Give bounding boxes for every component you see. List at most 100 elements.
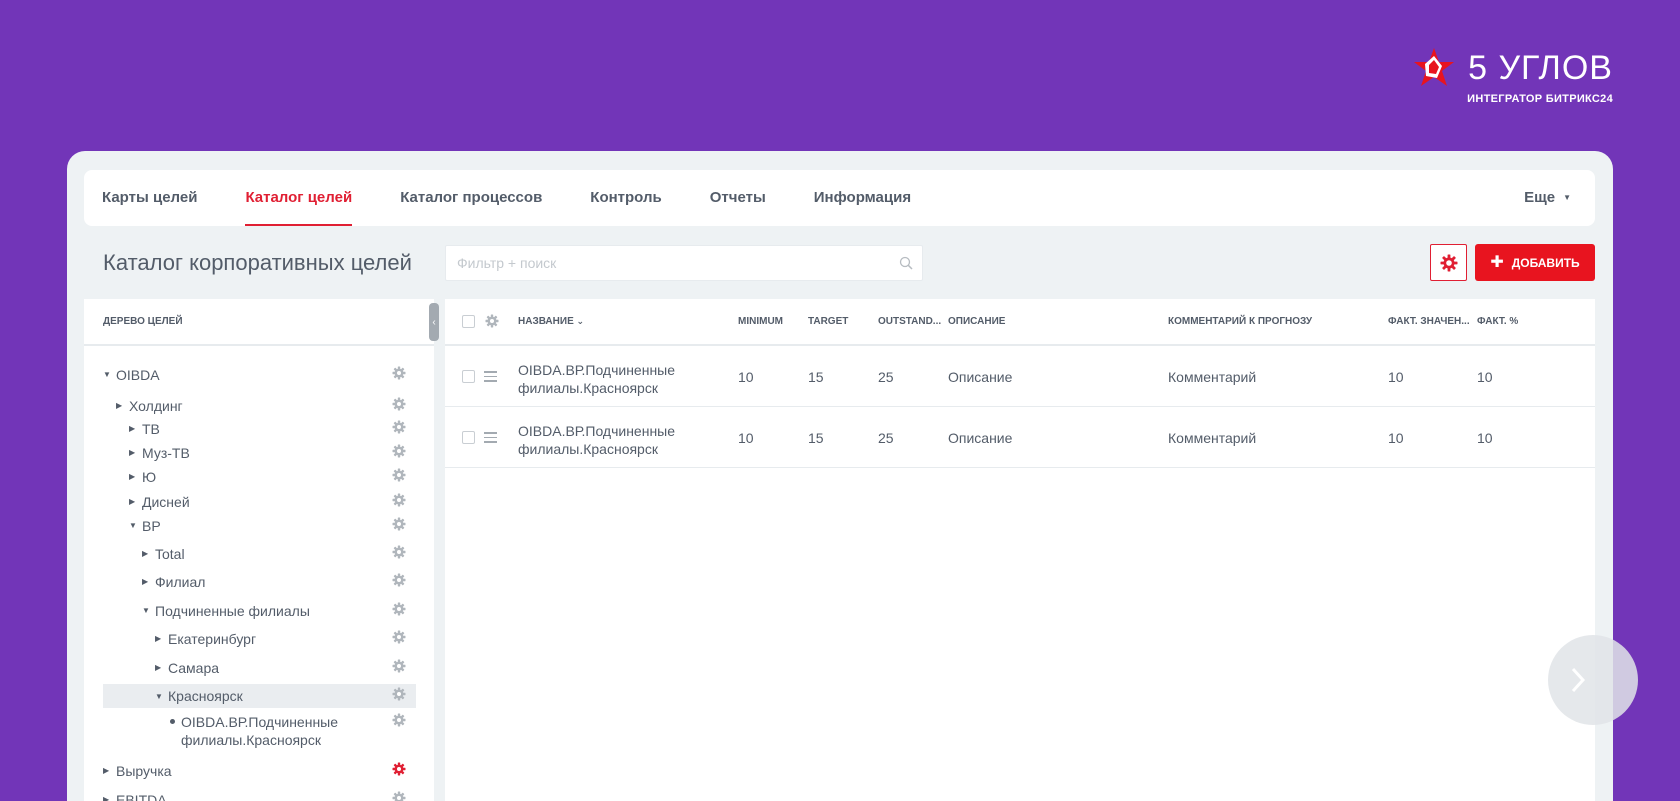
cell-fact-percent: 10 (1477, 369, 1493, 385)
tree-item[interactable]: ▶ Ю (103, 468, 416, 488)
tree-item-selected[interactable]: ▼ Красноярск (103, 684, 416, 708)
filter-search-input[interactable] (457, 255, 887, 271)
gear-icon[interactable] (392, 762, 406, 779)
caret-down-icon[interactable]: ▼ (103, 370, 111, 379)
tree-item[interactable]: ▶ Total (103, 545, 416, 565)
caret-right-icon[interactable]: ▶ (155, 634, 161, 643)
brand-name: 5 УГЛОВ (1468, 48, 1613, 87)
gear-icon[interactable] (392, 517, 406, 534)
tree-item[interactable]: ▶ Филиал (103, 573, 416, 593)
goals-table: НАЗВАНИЕ ⌄ MINIMUM TARGET OUTSTAND... ОП… (445, 299, 1595, 801)
gear-icon (1440, 254, 1457, 271)
gear-icon[interactable] (392, 493, 406, 510)
next-slide-button[interactable] (1548, 635, 1638, 725)
tree-item[interactable]: ▶ Выручка (103, 762, 416, 782)
caret-down-icon[interactable]: ▼ (129, 521, 137, 530)
caret-right-icon[interactable]: ▶ (142, 549, 148, 558)
tree-item-label: ТВ (142, 421, 160, 437)
gear-icon[interactable] (392, 602, 406, 619)
gear-icon[interactable] (392, 713, 406, 730)
tree-item-label: Выручка (116, 763, 172, 779)
tree-item[interactable]: ▶ Дисней (103, 493, 416, 513)
search-icon[interactable] (899, 256, 913, 270)
column-header-comment[interactable]: КОММЕНТАРИЙ К ПРОГНОЗУ (1168, 316, 1312, 327)
tree-item-label: Ю (142, 469, 157, 485)
tree-item[interactable]: ▶ ТВ (103, 420, 416, 440)
tree-item-label: Муз-ТВ (142, 445, 190, 461)
tree-item[interactable]: ▼ OIBDA (103, 366, 416, 386)
chevron-right-icon (1571, 667, 1586, 693)
gear-icon[interactable] (392, 630, 406, 647)
collapse-tree-button[interactable]: ‹ (429, 303, 439, 341)
tree-item-label-line2: филиалы.Красноярск (181, 732, 321, 748)
column-header-outstanding[interactable]: OUTSTAND... (878, 316, 941, 327)
column-header-fact-value[interactable]: ФАКТ. ЗНАЧЕН... (1388, 316, 1470, 327)
tree-item[interactable]: ▼ ВР (103, 517, 416, 537)
select-all-checkbox[interactable] (462, 315, 475, 328)
tree-item-label: Самара (168, 660, 220, 676)
gear-icon[interactable] (392, 420, 406, 437)
row-checkbox[interactable] (462, 370, 475, 383)
page-title: Каталог корпоративных целей (103, 250, 412, 275)
tree-item-label: Екатеринбург (168, 631, 257, 647)
gear-icon[interactable] (392, 468, 406, 485)
tree-item[interactable]: ▶ EBITDA (103, 791, 416, 801)
gear-icon[interactable] (392, 659, 406, 676)
plus-icon: ✚ (1490, 253, 1504, 271)
nav-tab-goal-maps[interactable]: Карты целей (102, 170, 197, 226)
cell-name[interactable]: OIBDA.ВР.Подчиненные филиалы.Красноярск (518, 422, 708, 458)
add-button[interactable]: ✚ ДОБАВИТЬ (1475, 244, 1595, 281)
column-header-description[interactable]: ОПИСАНИЕ (948, 316, 1005, 327)
caret-down-icon[interactable]: ▼ (142, 606, 150, 615)
tree-item[interactable]: ▶ Самара (103, 659, 416, 679)
gear-icon[interactable] (392, 573, 406, 590)
nav-tab-process-catalog[interactable]: Каталог процессов (400, 170, 542, 226)
settings-button[interactable] (1430, 244, 1467, 281)
caret-right-icon[interactable]: ▶ (116, 401, 122, 410)
nav-more-menu[interactable]: Еще ▼ (1524, 170, 1571, 226)
cell-outstanding: 25 (878, 430, 894, 446)
caret-down-icon[interactable]: ▼ (155, 692, 163, 701)
filter-search-box[interactable] (445, 245, 923, 281)
tree-item[interactable]: OIBDA.ВР.Подчиненные филиалы.Красноярск (103, 713, 416, 751)
nav-tab-control[interactable]: Контроль (590, 170, 661, 226)
column-header-name[interactable]: НАЗВАНИЕ ⌄ (518, 316, 584, 327)
column-header-fact-percent[interactable]: ФАКТ. % (1477, 316, 1518, 327)
cell-description: Описание (948, 369, 1013, 385)
nav-tab-reports[interactable]: Отчеты (710, 170, 766, 226)
caret-right-icon[interactable]: ▶ (129, 472, 135, 481)
caret-right-icon[interactable]: ▶ (103, 795, 109, 801)
tree-item[interactable]: ▶ Екатеринбург (103, 630, 416, 650)
nav-tab-information[interactable]: Информация (814, 170, 911, 226)
gear-icon[interactable] (392, 545, 406, 562)
cell-fact-value: 10 (1388, 430, 1404, 446)
tree-item[interactable]: ▼ Подчиненные филиалы (103, 602, 416, 622)
cell-target: 15 (808, 430, 824, 446)
drag-handle-icon[interactable] (484, 432, 497, 446)
tree-item[interactable]: ▶ Муз-ТВ (103, 444, 416, 464)
brand-subtitle: ИНТЕГРАТОР БИТРИКС24 (1467, 93, 1613, 105)
drag-handle-icon[interactable] (484, 371, 497, 385)
table-row[interactable]: OIBDA.ВР.Подчиненные филиалы.Красноярск 1… (445, 346, 1595, 407)
gear-icon[interactable] (485, 314, 499, 331)
gear-icon[interactable] (392, 397, 406, 414)
caret-right-icon[interactable]: ▶ (129, 424, 135, 433)
gear-icon[interactable] (392, 366, 406, 383)
table-row[interactable]: OIBDA.ВР.Подчиненные филиалы.Красноярск 1… (445, 407, 1595, 468)
gear-icon[interactable] (392, 791, 406, 801)
gear-icon[interactable] (392, 444, 406, 461)
add-button-label: ДОБАВИТЬ (1511, 255, 1580, 270)
caret-right-icon[interactable]: ▶ (155, 663, 161, 672)
caret-right-icon[interactable]: ▶ (103, 766, 109, 775)
column-header-minimum[interactable]: MINIMUM (738, 316, 783, 327)
caret-right-icon[interactable]: ▶ (129, 497, 135, 506)
caret-right-icon[interactable]: ▶ (142, 577, 148, 586)
column-header-target[interactable]: TARGET (808, 316, 848, 327)
cell-name[interactable]: OIBDA.ВР.Подчиненные филиалы.Красноярск (518, 361, 708, 397)
tree-item[interactable]: ▶ Холдинг (103, 397, 416, 417)
row-checkbox[interactable] (462, 431, 475, 444)
nav-tab-goal-catalog[interactable]: Каталог целей (245, 170, 352, 226)
cell-outstanding: 25 (878, 369, 894, 385)
caret-right-icon[interactable]: ▶ (129, 448, 135, 457)
gear-icon[interactable] (392, 687, 406, 704)
